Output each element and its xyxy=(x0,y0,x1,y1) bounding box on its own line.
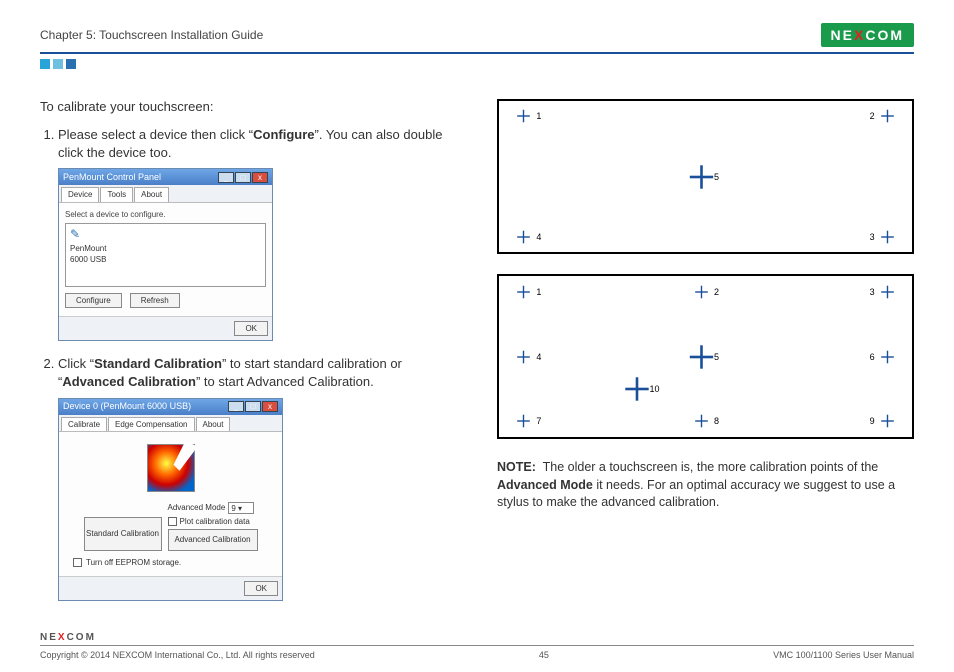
tab-device[interactable]: Device xyxy=(61,187,99,201)
five-point-calibration-diagram: 1 2 3 4 5 xyxy=(497,99,914,254)
maximize-icon[interactable]: □ xyxy=(235,172,251,183)
cal-point-4: 4 xyxy=(514,348,541,366)
device-listbox[interactable]: ✎ PenMount 6000 USB xyxy=(65,223,266,287)
select-device-hint: Select a device to configure. xyxy=(65,209,266,220)
cal-point-9: 9 xyxy=(870,412,897,430)
device-item-line1: PenMount xyxy=(70,243,261,254)
chapter-title: Chapter 5: Touchscreen Installation Guid… xyxy=(40,28,263,42)
cal-point-10: 10 xyxy=(628,380,660,398)
tab-about[interactable]: About xyxy=(134,187,169,201)
close-icon[interactable]: x xyxy=(262,401,278,412)
advanced-mode-select[interactable]: 9 ▾ xyxy=(228,502,254,514)
ok-button[interactable]: OK xyxy=(234,321,268,336)
ok-button[interactable]: OK xyxy=(244,581,278,596)
note-text: NOTE: The older a touchscreen is, the mo… xyxy=(497,459,914,512)
ten-point-calibration-diagram: 1 2 3 4 5 6 7 8 9 10 xyxy=(497,274,914,439)
brand-logo: NEXCOM xyxy=(821,23,914,47)
step-2: Click “Standard Calibration” to start st… xyxy=(58,355,457,601)
cal-point-2: 2 xyxy=(870,107,897,125)
dialog-title: PenMount Control Panel xyxy=(63,171,161,184)
maximize-icon[interactable]: □ xyxy=(245,401,261,412)
advanced-mode-label: Advanced Mode xyxy=(168,502,226,513)
cal-point-1: 1 xyxy=(514,283,541,301)
device-icon: ✎ xyxy=(70,226,261,243)
tab-tools[interactable]: Tools xyxy=(100,187,133,201)
penmount-control-panel-dialog: PenMount Control Panel _ □ x Device Tool… xyxy=(58,168,273,341)
cal-point-4: 4 xyxy=(514,228,541,246)
tab-edge-compensation[interactable]: Edge Compensation xyxy=(108,417,195,431)
cal-point-3: 3 xyxy=(870,228,897,246)
standard-calibration-button[interactable]: Standard Calibration xyxy=(84,517,162,551)
footer-logo: NEXCOM xyxy=(40,632,914,643)
device-item-line2: 6000 USB xyxy=(70,254,261,265)
cal-point-1: 1 xyxy=(514,107,541,125)
header-rule xyxy=(40,52,914,54)
tab-about[interactable]: About xyxy=(196,417,231,431)
close-icon[interactable]: x xyxy=(252,172,268,183)
tab-calibrate[interactable]: Calibrate xyxy=(61,417,107,431)
copyright-text: Copyright © 2014 NEXCOM International Co… xyxy=(40,650,315,660)
cal-point-5: 5 xyxy=(692,168,719,186)
document-title: VMC 100/1100 Series User Manual xyxy=(773,650,914,660)
cal-point-8: 8 xyxy=(692,412,719,430)
plot-data-checkbox[interactable] xyxy=(168,517,177,526)
dialog-title: Device 0 (PenMount 6000 USB) xyxy=(63,400,191,413)
plot-data-label: Plot calibration data xyxy=(180,516,250,527)
intro-text: To calibrate your touchscreen: xyxy=(40,99,457,114)
calibration-target-image xyxy=(147,444,195,492)
advanced-calibration-button[interactable]: Advanced Calibration xyxy=(168,529,258,551)
step-1: Please select a device then click “Confi… xyxy=(58,126,457,341)
cal-point-6: 6 xyxy=(870,348,897,366)
configure-button[interactable]: Configure xyxy=(65,293,122,308)
turn-off-eeprom-checkbox[interactable] xyxy=(73,558,82,567)
page-number: 45 xyxy=(539,650,549,660)
turn-off-eeprom-label: Turn off EEPROM storage. xyxy=(86,557,181,568)
cal-point-7: 7 xyxy=(514,412,541,430)
refresh-button[interactable]: Refresh xyxy=(130,293,180,308)
decorative-squares xyxy=(40,59,914,69)
minimize-icon[interactable]: _ xyxy=(228,401,244,412)
footer-rule xyxy=(40,645,914,646)
cal-point-5: 5 xyxy=(692,348,719,366)
cal-point-3: 3 xyxy=(870,283,897,301)
cal-point-2: 2 xyxy=(692,283,719,301)
device-calibrate-dialog: Device 0 (PenMount 6000 USB) _ □ x Calib… xyxy=(58,398,283,602)
minimize-icon[interactable]: _ xyxy=(218,172,234,183)
